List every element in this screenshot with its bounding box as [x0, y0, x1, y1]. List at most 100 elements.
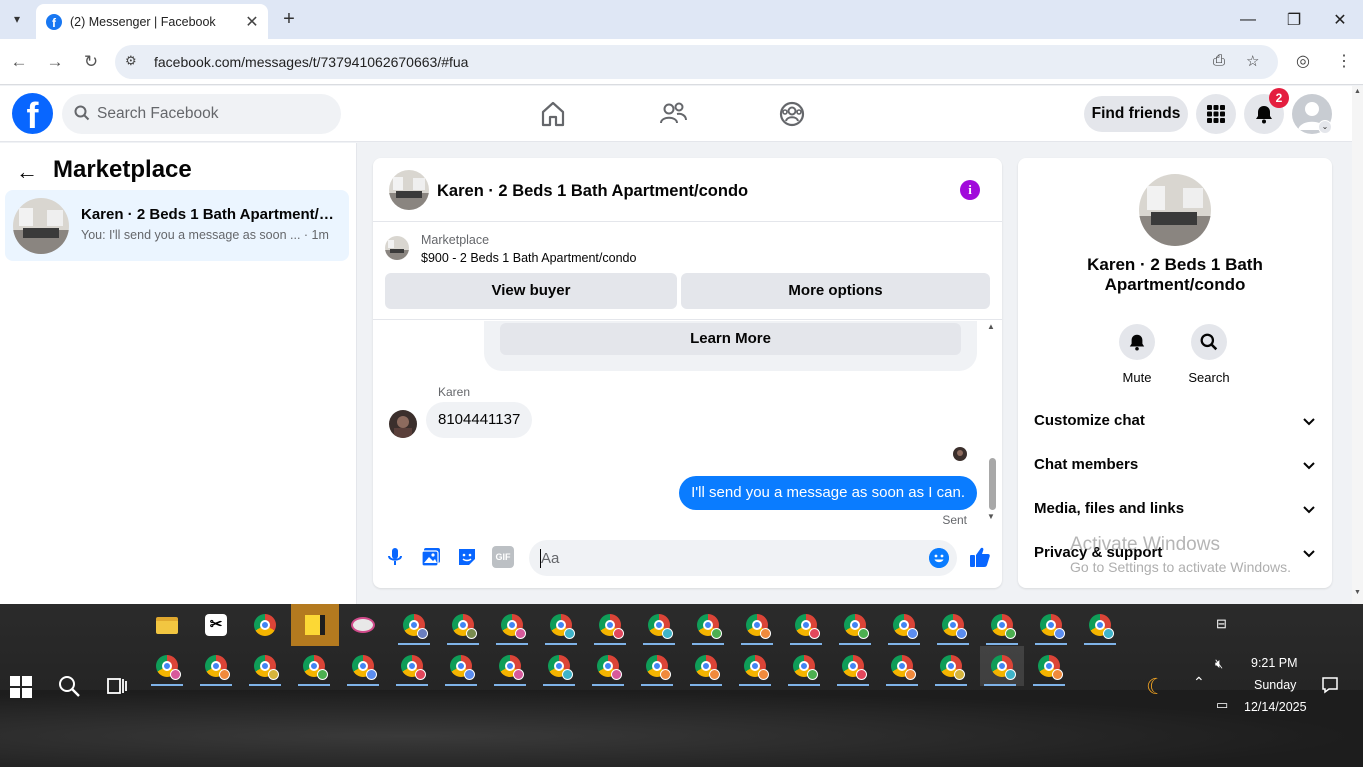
paint-icon[interactable] — [343, 605, 383, 645]
reload-button[interactable]: ↻ — [79, 50, 103, 74]
chrome-profile-icon[interactable] — [884, 605, 924, 645]
new-tab-button[interactable]: + — [278, 8, 300, 30]
profile-thumbnail[interactable] — [1139, 174, 1211, 246]
back-arrow-icon[interactable]: ← — [16, 159, 38, 185]
task-view-icon[interactable] — [106, 675, 128, 697]
chrome-profile-icon[interactable] — [1031, 605, 1071, 645]
chrome-profile-icon[interactable] — [1080, 605, 1120, 645]
chrome-profile-icon[interactable] — [735, 646, 775, 686]
facebook-search-input[interactable]: Search Facebook — [62, 94, 341, 134]
chrome-profile-icon[interactable] — [441, 646, 481, 686]
emoji-icon[interactable] — [929, 548, 949, 568]
chrome-profile-icon[interactable] — [294, 646, 334, 686]
notification-center-icon[interactable] — [1321, 676, 1339, 694]
account-chevron-icon[interactable]: ⌄ — [1318, 120, 1332, 134]
chrome-profile-icon[interactable] — [443, 605, 483, 645]
info-icon[interactable]: i — [960, 180, 980, 200]
url-text[interactable]: facebook.com/messages/t/737941062670663/… — [154, 54, 468, 70]
chrome-profile-icon[interactable] — [541, 605, 581, 645]
customize-chat-row[interactable]: Customize chat — [1034, 412, 1316, 436]
search-icon[interactable] — [57, 674, 81, 698]
chrome-profile-icon[interactable] — [147, 646, 187, 686]
menu-grid-button[interactable] — [1196, 94, 1236, 134]
chrome-profile-icon[interactable] — [982, 605, 1022, 645]
sticker-icon[interactable] — [456, 546, 478, 568]
site-info-icon[interactable]: ⚙ — [125, 53, 137, 69]
back-button[interactable]: ← — [7, 50, 31, 74]
forward-button[interactable]: → — [43, 50, 67, 74]
chrome-profile-icon[interactable] — [590, 605, 630, 645]
photo-icon[interactable] — [420, 546, 442, 568]
install-app-icon[interactable]: ⎙ — [1213, 52, 1225, 69]
chrome-icon[interactable] — [245, 605, 285, 645]
browser-tab[interactable]: f (2) Messenger | Facebook ✕ — [36, 4, 268, 39]
listing-price-title[interactable]: $900 - 2 Beds 1 Bath Apartment/condo — [421, 251, 636, 265]
outgoing-message[interactable]: I'll send you a message as soon as I can… — [679, 476, 977, 510]
sender-avatar[interactable] — [389, 410, 417, 438]
microphone-icon[interactable] — [384, 546, 406, 568]
learn-more-button[interactable]: Learn More — [500, 323, 961, 355]
chrome-profile-icon[interactable] — [833, 646, 873, 686]
chrome-profile-icon[interactable] — [245, 646, 285, 686]
friends-icon[interactable] — [657, 98, 689, 130]
chrome-profile-icon[interactable] — [539, 646, 579, 686]
clock-time[interactable]: 9:21 PM — [1251, 656, 1298, 670]
chrome-profile-icon[interactable] — [196, 646, 236, 686]
page-scroll-up-icon[interactable]: ▲ — [1354, 88, 1361, 95]
chrome-profile-icon[interactable] — [637, 646, 677, 686]
browser-menu-icon[interactable]: ⋮ — [1336, 51, 1352, 71]
more-options-button[interactable]: More options — [681, 273, 990, 309]
chrome-profile-icon[interactable] — [588, 646, 628, 686]
chrome-profile-icon[interactable] — [490, 646, 530, 686]
capcut-icon[interactable]: ✂ — [196, 605, 236, 645]
tab-search-dropdown-icon[interactable]: ▾ — [4, 6, 30, 32]
file-explorer-icon[interactable] — [147, 605, 187, 645]
close-window-button[interactable]: ✕ — [1317, 0, 1363, 39]
chrome-profile-icon[interactable] — [784, 646, 824, 686]
chat-members-row[interactable]: Chat members — [1034, 456, 1316, 480]
page-scrollbar[interactable]: ▲ ▼ — [1352, 86, 1363, 604]
restore-button[interactable]: ❐ — [1271, 0, 1317, 39]
network-icon[interactable]: ▭ — [1216, 697, 1228, 713]
sticky-notes-icon[interactable] — [291, 604, 339, 646]
profile-icon[interactable]: ◎ — [1296, 51, 1310, 71]
groups-icon[interactable] — [776, 98, 808, 130]
clock-day[interactable]: Sunday — [1254, 678, 1296, 692]
facebook-logo-icon[interactable]: f — [12, 93, 53, 134]
bookmark-star-icon[interactable]: ☆ — [1246, 52, 1259, 70]
chrome-profile-icon[interactable] — [882, 646, 922, 686]
address-bar[interactable]: ⚙ facebook.com/messages/t/73794106267066… — [115, 45, 1278, 79]
volume-mute-icon[interactable]: 🔇︎ — [1215, 656, 1223, 672]
chevron-up-icon[interactable]: ⌃ — [1193, 674, 1205, 691]
gif-icon[interactable]: GIF — [492, 546, 514, 568]
page-scroll-down-icon[interactable]: ▼ — [1354, 589, 1361, 596]
chrome-profile-icon[interactable] — [786, 605, 826, 645]
clock-date[interactable]: 12/14/2025 — [1244, 700, 1307, 714]
chrome-profile-icon[interactable] — [343, 646, 383, 686]
chrome-profile-icon[interactable] — [639, 605, 679, 645]
thumbs-up-icon[interactable] — [968, 545, 992, 569]
chrome-profile-icon[interactable] — [933, 605, 973, 645]
mute-action[interactable]: Mute — [1107, 324, 1167, 385]
view-buyer-button[interactable]: View buyer — [385, 273, 677, 309]
home-icon[interactable] — [537, 98, 569, 130]
incoming-message[interactable]: 8104441137 — [426, 402, 533, 438]
chrome-profile-icon[interactable] — [835, 605, 875, 645]
scroll-up-arrow-icon[interactable]: ▲ — [987, 322, 995, 331]
chat-header-thumbnail[interactable] — [389, 170, 429, 210]
chrome-profile-icon-active[interactable] — [980, 646, 1024, 686]
chrome-profile-icon[interactable] — [686, 646, 726, 686]
chat-scrollbar[interactable] — [989, 458, 996, 510]
chrome-profile-icon[interactable] — [392, 646, 432, 686]
conversation-item[interactable]: Karen · 2 Beds 1 Bath Apartment/c... You… — [5, 190, 349, 261]
chrome-profile-icon[interactable] — [492, 605, 532, 645]
night-mode-icon[interactable]: ☾ — [1146, 674, 1166, 700]
battery-icon[interactable]: ⊟ — [1216, 616, 1227, 632]
chrome-profile-icon[interactable] — [394, 605, 434, 645]
chrome-profile-icon[interactable] — [931, 646, 971, 686]
chrome-profile-icon[interactable] — [1029, 646, 1069, 686]
search-action[interactable]: Search — [1179, 324, 1239, 385]
message-input[interactable]: Aa — [529, 540, 957, 576]
close-tab-icon[interactable]: ✕ — [242, 12, 262, 32]
chrome-profile-icon[interactable] — [688, 605, 728, 645]
